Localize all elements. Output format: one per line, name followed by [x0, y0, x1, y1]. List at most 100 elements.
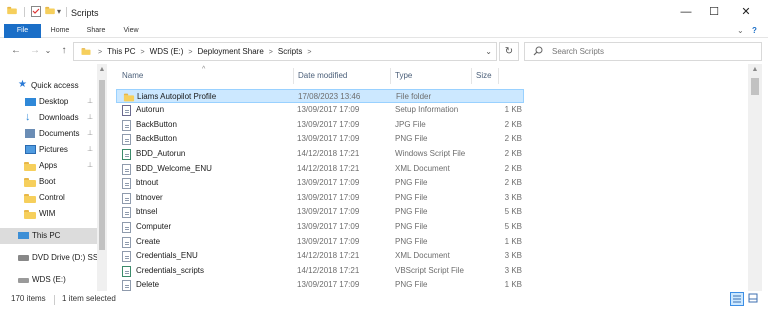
help-icon[interactable]: ?	[752, 24, 757, 38]
file-size: 1 KB	[504, 105, 522, 115]
column-divider[interactable]	[293, 68, 294, 84]
address-bar[interactable]: > This PC > WDS (E:) > Deployment Share > Scrip…	[73, 42, 497, 61]
tab-file[interactable]: File	[4, 24, 41, 38]
column-label: Name	[122, 71, 144, 80]
column-divider[interactable]	[390, 68, 391, 84]
file-row[interactable]: Computer 13/09/2017 17:09 PNG File 5 KB	[116, 220, 524, 235]
nav-item-wim[interactable]: WIM	[0, 206, 97, 222]
tab-home[interactable]: Home	[45, 24, 75, 38]
file-name: BDD_Autorun	[136, 148, 186, 158]
breadcrumb-scripts[interactable]: Scripts	[278, 47, 302, 56]
tab-view[interactable]: View	[116, 24, 146, 38]
file-size: 5 KB	[504, 207, 522, 217]
nav-item-desktop[interactable]: Desktop ⊥	[0, 94, 97, 110]
large-icons-view-button[interactable]	[747, 292, 761, 306]
nav-item-downloads[interactable]: ↓ Downloads ⊥	[0, 110, 97, 126]
nav-item-quick-access[interactable]: ★ Quick access	[0, 78, 97, 94]
maximize-button[interactable]: ☐	[699, 0, 729, 24]
nav-item-apps[interactable]: Apps ⊥	[0, 158, 97, 174]
file-size: 2 KB	[504, 163, 522, 173]
file-row[interactable]: BackButton 13/09/2017 17:09 JPG File 2 KB	[116, 118, 524, 133]
scroll-up-icon[interactable]: ▲	[748, 66, 762, 73]
file-row[interactable]: Autorun 13/09/2017 17:09 Setup Information…	[116, 103, 524, 118]
address-row: ← → ⌄ ↑ > This PC > WDS (E:) > Deployment Sha…	[0, 38, 768, 64]
status-separator	[54, 295, 55, 305]
file-row[interactable]: Create 13/09/2017 17:09 PNG File 1 KB	[116, 235, 524, 250]
up-button[interactable]: ↑	[56, 42, 72, 60]
star-icon: ★	[18, 79, 27, 90]
breadcrumb-wds-drive[interactable]: WDS (E:)	[150, 47, 184, 56]
column-header-type[interactable]: Type	[395, 68, 412, 84]
expand-ribbon-icon[interactable]: ⌄	[737, 24, 744, 38]
breadcrumb-separator: >	[98, 49, 103, 56]
search-placeholder: Search Scripts	[552, 47, 605, 56]
folder-icon	[24, 161, 36, 171]
file-row[interactable]: btnout 13/09/2017 17:09 PNG File 2 KB	[116, 176, 524, 191]
nav-item-wds-drive[interactable]: WDS (E:)	[0, 272, 97, 288]
file-date: 13/09/2017 17:09	[297, 178, 360, 188]
scroll-up-icon[interactable]: ▲	[97, 66, 107, 73]
column-header-date[interactable]: Date modified	[298, 68, 347, 84]
details-view-button[interactable]	[730, 292, 744, 306]
column-divider[interactable]	[471, 68, 472, 84]
column-header-size[interactable]: Size	[476, 68, 492, 84]
file-type: XML Document	[395, 163, 450, 173]
file-row[interactable]: Credentials_ENU 14/12/2018 17:21 XML Docum…	[116, 249, 524, 264]
file-icon	[122, 207, 132, 219]
file-row[interactable]: BackButton 13/09/2017 17:09 PNG File 2 KB	[116, 132, 524, 147]
file-row[interactable]: btnsel 13/09/2017 17:09 PNG File 5 KB	[116, 205, 524, 220]
folder-row[interactable]: Liams Autopilot Profile 17/08/2023 13:46 F…	[116, 88, 524, 104]
forward-button[interactable]: →	[27, 42, 43, 60]
column-divider[interactable]	[498, 68, 499, 84]
file-size: 2 KB	[504, 178, 522, 188]
nav-item-label: DVD Drive (D:) SS	[32, 253, 99, 262]
address-dropdown-icon[interactable]: ⌄	[485, 43, 492, 60]
nav-item-label: Documents	[39, 129, 80, 138]
folder-icon	[24, 193, 36, 203]
minimize-button[interactable]: —	[671, 0, 701, 24]
recent-locations-button[interactable]: ⌄	[43, 42, 53, 60]
nav-item-dvd-drive[interactable]: DVD Drive (D:) SS	[0, 250, 99, 266]
nav-item-boot[interactable]: Boot	[0, 174, 97, 190]
new-folder-icon[interactable]	[44, 6, 55, 17]
file-row[interactable]: BDD_Welcome_ENU 14/12/2018 17:21 XML Docum…	[116, 162, 524, 177]
file-list-scrollbar[interactable]: ▲	[748, 64, 762, 291]
nav-item-this-pc[interactable]: This PC	[0, 228, 97, 244]
search-input[interactable]: Search Scripts	[524, 42, 762, 61]
nav-scrollbar[interactable]: ▲	[97, 64, 107, 291]
file-type: PNG File	[395, 207, 428, 217]
large-icons-view-icon	[748, 293, 758, 303]
breadcrumb-deployment-share[interactable]: Deployment Share	[198, 47, 264, 56]
file-icon	[122, 280, 132, 292]
file-icon	[122, 192, 132, 204]
file-icon	[122, 178, 132, 190]
breadcrumb-this-pc[interactable]: This PC	[107, 47, 135, 56]
file-row[interactable]: Credentials_scripts 14/12/2018 17:21 VBScr…	[116, 264, 524, 279]
back-button[interactable]: ←	[8, 42, 24, 60]
nav-item-label: WDS (E:)	[32, 275, 66, 284]
setup-file-icon	[122, 105, 132, 117]
file-size: 2 KB	[504, 119, 522, 129]
properties-icon[interactable]	[31, 6, 41, 17]
scrollbar-thumb[interactable]	[751, 78, 759, 95]
file-name: btnout	[136, 178, 159, 188]
nav-item-documents[interactable]: Documents ⊥	[0, 126, 97, 142]
file-type: PNG File	[395, 178, 428, 188]
file-size: 2 KB	[504, 148, 522, 158]
file-size: 3 KB	[504, 192, 522, 202]
file-type: Windows Script File	[395, 148, 466, 158]
column-header-name[interactable]: Name	[122, 68, 143, 84]
tab-share[interactable]: Share	[81, 24, 111, 38]
breadcrumb: > This PC > WDS (E:) > Deployment Share > Scrip…	[98, 43, 316, 60]
folder-icon	[123, 93, 135, 104]
file-list: Name ^ Date modified Type Size Liams Aut…	[108, 64, 748, 292]
close-button[interactable]: ✕	[731, 0, 761, 24]
file-row[interactable]: btnover 13/09/2017 17:09 PNG File 3 KB	[116, 191, 524, 206]
pin-icon: ⊥	[87, 162, 94, 169]
nav-item-pictures[interactable]: Pictures ⊥	[0, 142, 97, 158]
file-row[interactable]: BDD_Autorun 14/12/2018 17:21 Windows Scrip…	[116, 147, 524, 162]
file-type: VBScript Script File	[395, 265, 464, 275]
scrollbar-thumb[interactable]	[99, 80, 105, 250]
refresh-button[interactable]: ↻	[499, 42, 519, 61]
nav-item-control[interactable]: Control	[0, 190, 97, 206]
